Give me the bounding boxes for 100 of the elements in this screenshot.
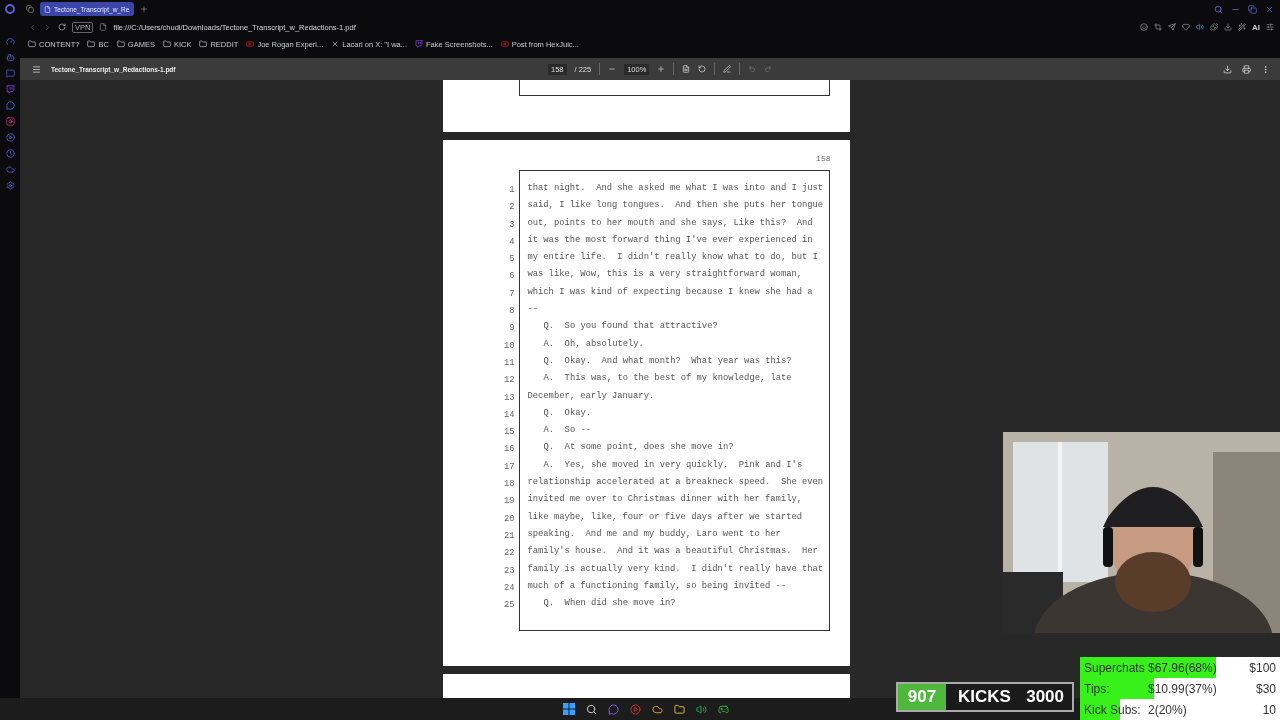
- close-icon[interactable]: [1265, 4, 1274, 14]
- heart-icon[interactable]: [1182, 23, 1190, 31]
- ai-button[interactable]: AI: [1252, 22, 1260, 32]
- folder-icon: [116, 40, 125, 48]
- settings-icon[interactable]: [5, 181, 15, 190]
- zoom-in-icon[interactable]: [657, 65, 666, 73]
- wand-icon[interactable]: [1238, 23, 1246, 31]
- transcript-line: December, early January.: [527, 390, 655, 403]
- goal-target: $100: [1249, 660, 1276, 675]
- gauge-icon[interactable]: [5, 37, 15, 46]
- send-icon[interactable]: [1168, 23, 1176, 31]
- folder-icon: [28, 40, 36, 48]
- line-number: 23: [503, 564, 515, 578]
- smile-icon[interactable]: [1140, 23, 1148, 31]
- folder-icon: [162, 40, 171, 48]
- transcript-line: family's house. And it was a beautiful Christmas. Her: [527, 546, 818, 559]
- line-number: 6: [509, 270, 515, 284]
- play-icon: [500, 40, 509, 48]
- crop-icon[interactable]: [1154, 23, 1162, 31]
- line-number: 8: [509, 305, 515, 319]
- kicks-count: 907: [898, 684, 946, 710]
- fit-page-icon[interactable]: [682, 65, 691, 73]
- back-icon[interactable]: [28, 22, 37, 32]
- menu-icon[interactable]: [32, 64, 41, 74]
- windows-icon[interactable]: [563, 703, 575, 715]
- line-number: 20: [503, 512, 515, 526]
- goal-target: $30: [1255, 681, 1276, 696]
- chat-icon[interactable]: [607, 703, 619, 715]
- transcript-line: like maybe, like, four or five days after we started: [527, 511, 802, 524]
- page-number: 158: [816, 154, 831, 165]
- speaker-icon[interactable]: [1196, 23, 1204, 31]
- line-number: 17: [503, 460, 515, 474]
- goal-target: 10: [1262, 702, 1276, 717]
- goal-amount: 2(20%): [1148, 702, 1188, 717]
- line-number: 18: [503, 478, 515, 492]
- zoom-out-icon[interactable]: [608, 65, 617, 73]
- transcript-line: family is actually very kind. I didn't really have that: [527, 563, 824, 576]
- message-icon[interactable]: [5, 69, 15, 78]
- play-icon[interactable]: [629, 703, 641, 715]
- restore-icon[interactable]: [1248, 4, 1257, 14]
- file-icon: [99, 23, 108, 31]
- transcript-line: speaking. And me and my buddy, Laro went to her: [527, 528, 781, 541]
- transcript-line: Q. Okay. And what month? What year was this?: [542, 355, 792, 368]
- line-number: 12: [503, 374, 515, 388]
- transcript-line: was like, Wow, this is a very straightforward woman,: [527, 269, 802, 282]
- undo-icon[interactable]: [748, 65, 757, 73]
- goal-label: Tips:: [1084, 681, 1111, 696]
- puzzle-icon[interactable]: [1210, 23, 1218, 31]
- folder-icon: [87, 40, 96, 48]
- line-number: 15: [503, 426, 515, 440]
- chat-icon: [415, 40, 424, 48]
- transcript-line: Q. So you found that attractive?: [542, 321, 718, 334]
- transcript-line: A. Yes, she moved in very quickly. Pink and I's: [542, 459, 803, 472]
- download-icon[interactable]: [1223, 64, 1232, 74]
- line-number: 3: [509, 218, 515, 232]
- transcript-line: Q. When did she move in?: [542, 598, 676, 611]
- line-number: 21: [503, 529, 515, 543]
- transcript-line: my entire life. I didn't really know what to do, but I: [527, 252, 818, 265]
- line-number: 1: [509, 184, 515, 197]
- reload-icon[interactable]: [58, 23, 66, 31]
- pen-icon[interactable]: [723, 65, 732, 73]
- bot-icon[interactable]: [5, 53, 15, 62]
- gamepad-icon[interactable]: [717, 703, 729, 715]
- line-number: 2: [509, 201, 515, 215]
- transcript-line: that night. And she asked me what I was into and I just: [527, 183, 824, 195]
- messenger-icon[interactable]: [5, 101, 15, 110]
- line-number: 19: [503, 495, 515, 509]
- transcript-line: out, points to her mouth and she says, Like this? And: [527, 217, 813, 230]
- x-icon: [331, 40, 340, 48]
- cloud-icon[interactable]: [5, 165, 15, 174]
- forward-icon[interactable]: [43, 22, 52, 32]
- search-icon[interactable]: [585, 703, 597, 715]
- sliders-icon[interactable]: [1266, 23, 1274, 31]
- download-icon[interactable]: [1224, 23, 1232, 31]
- browser-logo-icon[interactable]: [5, 4, 15, 14]
- line-number: 5: [509, 253, 515, 267]
- clock-icon[interactable]: [5, 149, 15, 158]
- redo-icon[interactable]: [764, 65, 773, 73]
- chat-icon[interactable]: [5, 85, 15, 94]
- transcript-line: A. Oh, absolutely.: [542, 338, 644, 351]
- camera-icon[interactable]: [5, 117, 15, 126]
- line-number: 11: [503, 356, 515, 370]
- rotate-icon[interactable]: [698, 65, 707, 73]
- folder-icon: [199, 40, 208, 48]
- new-tab-icon[interactable]: [140, 5, 148, 13]
- transcript-line: which I was kind of expecting because I knew she had a: [527, 286, 813, 299]
- more-icon[interactable]: [1261, 64, 1270, 74]
- tabs-icon[interactable]: [26, 5, 34, 13]
- transcript-line: it was the most forward thing I've ever experienced in: [527, 234, 813, 247]
- line-number: 9: [509, 322, 515, 336]
- print-icon[interactable]: [1242, 64, 1251, 74]
- transcript-line: much of a functioning family, so being invited --: [527, 580, 787, 593]
- transcript-line: --: [527, 304, 539, 317]
- line-number: 24: [503, 581, 515, 595]
- folder-icon[interactable]: [673, 703, 685, 715]
- line-number: 7: [509, 287, 515, 301]
- file-icon: [44, 5, 51, 13]
- goal-label: Superchats: [1084, 660, 1146, 675]
- play-icon: [246, 40, 255, 48]
- play-icon[interactable]: [5, 133, 15, 142]
